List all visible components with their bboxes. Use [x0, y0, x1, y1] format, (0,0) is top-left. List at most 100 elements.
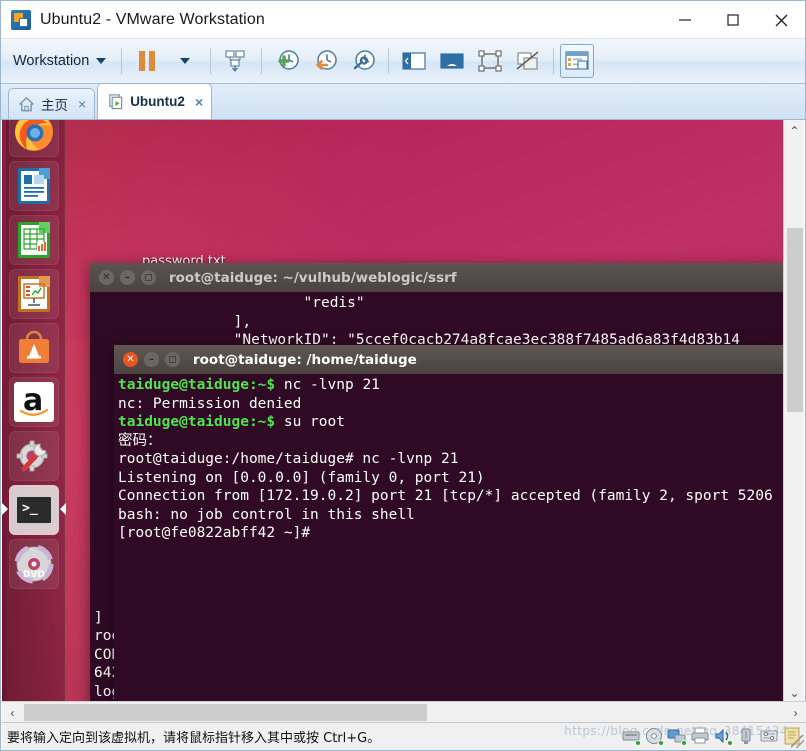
vertical-scrollbar[interactable]: ⌃ ⌄	[783, 120, 804, 703]
minimize-icon[interactable]: –	[144, 352, 159, 367]
sound-card-icon[interactable]	[713, 726, 733, 746]
close-icon[interactable]: ✕	[123, 352, 138, 367]
settings-gear-wrench-icon	[16, 440, 48, 472]
launcher-item-libreoffice-writer[interactable]	[9, 161, 59, 211]
launcher-item-libreoffice-calc[interactable]	[9, 215, 59, 265]
vertical-scroll-thumb[interactable]	[787, 228, 803, 412]
revert-snapshot-button[interactable]	[306, 42, 344, 80]
full-screen-button[interactable]	[471, 42, 509, 80]
terminal-line: Connection from [172.19.0.2] port 21 [tc…	[118, 488, 773, 504]
calc-icon	[18, 222, 50, 258]
pause-dropdown-button[interactable]	[166, 42, 204, 80]
maximize-button[interactable]	[709, 1, 757, 39]
resize-grip[interactable]	[791, 735, 804, 748]
vm-tab-strip: 主页 × Ubuntu2 ×	[1, 83, 805, 120]
toolbar-divider	[261, 48, 263, 74]
tab-home-close-icon[interactable]: ×	[78, 96, 86, 112]
scroll-up-icon[interactable]: ⌃	[784, 120, 805, 141]
manage-snapshots-icon	[354, 50, 376, 70]
terminal-line: Listening on [0.0.0.0] (family 0, port 2…	[118, 469, 485, 486]
snapshot-manager-icon	[225, 50, 245, 72]
printer-icon[interactable]	[690, 726, 710, 746]
scroll-left-icon[interactable]: ‹	[2, 702, 23, 723]
writer-icon	[18, 168, 50, 204]
terminal-line: [root@fe0822abff42 ~]#	[118, 525, 311, 541]
maximize-icon[interactable]: ◻	[141, 270, 156, 285]
tab-home-label: 主页	[41, 98, 68, 113]
cd-dvd-icon[interactable]	[644, 726, 664, 746]
hard-disk-icon[interactable]	[621, 726, 641, 746]
vm-console-viewport[interactable]: a >_ DVD password.txt ✕ – ◻ root@taiduge…	[2, 120, 784, 703]
status-bar: 要将输入定向到该虚拟机，请将鼠标指针移入其中或按 Ctrl+G。 https:/…	[2, 722, 806, 750]
horizontal-scrollbar[interactable]: ‹ ›	[2, 701, 806, 722]
show-thumbnail-bar-icon	[440, 53, 464, 69]
close-button[interactable]	[757, 1, 805, 39]
shell-command: nc -lvnp 21	[275, 377, 380, 393]
terminal-line: taiduge@taiduge:~$ nc -lvnp 21	[118, 376, 784, 395]
chevron-down-icon	[180, 58, 191, 64]
launcher-item-terminal[interactable]: >_	[2, 485, 66, 535]
tab-ubuntu2[interactable]: Ubuntu2 ×	[97, 83, 213, 119]
terminal-line: nc: Permission denied	[118, 395, 302, 412]
launcher-item-ubuntu-software[interactable]	[9, 323, 59, 373]
close-icon[interactable]: ✕	[99, 270, 114, 285]
main-toolbar: Workstation	[1, 39, 805, 84]
console-view-icon	[565, 51, 589, 70]
terminal-fg-output: taiduge@taiduge:~$ nc -lvnp 21 nc: Permis…	[114, 374, 784, 543]
shell-command: su root	[275, 414, 345, 430]
title-bar: Ubuntu2 - VMware Workstation	[1, 1, 805, 39]
show-thumbnail-bar-button[interactable]	[433, 42, 471, 80]
vm-icon	[109, 94, 123, 110]
terminal-line: bash: no job control in this shell	[118, 506, 415, 523]
launcher-item-firefox[interactable]	[9, 120, 59, 157]
unity-mode-icon	[516, 51, 539, 70]
tab-home[interactable]: 主页 ×	[8, 88, 96, 119]
show-library-icon	[402, 52, 426, 70]
snapshot-manager-button[interactable]	[217, 42, 255, 80]
workstation-menu-label: Workstation	[13, 53, 90, 69]
horizontal-scroll-thumb[interactable]	[24, 704, 427, 721]
launcher-item-libreoffice-impress[interactable]	[9, 269, 59, 319]
maximize-icon[interactable]: ◻	[165, 352, 180, 367]
minimize-icon[interactable]: –	[120, 270, 135, 285]
tab-ubuntu2-label: Ubuntu2	[130, 94, 185, 109]
take-snapshot-icon	[278, 50, 300, 70]
tab-ubuntu2-close-icon[interactable]: ×	[195, 94, 203, 110]
svg-text:DVD: DVD	[23, 570, 45, 580]
terminal-fg-titlebar: ✕ – ◻ root@taiduge: /home/taiduge	[114, 345, 784, 374]
dvd-disc-icon: DVD	[14, 544, 54, 584]
settings-icon[interactable]	[759, 726, 779, 746]
pause-button[interactable]	[128, 42, 166, 80]
launcher-item-system-settings[interactable]	[9, 431, 59, 481]
shell-prompt: taiduge@taiduge:~$	[118, 414, 276, 430]
take-snapshot-button[interactable]	[268, 42, 306, 80]
full-screen-icon	[478, 50, 502, 72]
vmware-workstation-window: Ubuntu2 - VMware Workstation Workstation	[0, 0, 806, 751]
show-library-button[interactable]	[395, 42, 433, 80]
launcher-edge-bar	[2, 120, 6, 703]
window-controls	[661, 1, 805, 39]
toolbar-divider	[121, 48, 123, 74]
toolbar-divider	[388, 48, 390, 74]
amazon-smile-icon	[20, 408, 48, 416]
home-icon	[19, 96, 34, 111]
scroll-right-icon[interactable]: ›	[785, 702, 806, 723]
manage-snapshots-button[interactable]	[344, 42, 382, 80]
terminal-bg-title: root@taiduge: ~/vulhub/weblogic/ssrf	[169, 269, 457, 286]
console-view-button[interactable]	[560, 44, 595, 78]
minimize-button[interactable]	[661, 1, 709, 39]
scroll-down-icon[interactable]: ⌄	[784, 682, 805, 703]
network-adapter-icon[interactable]	[667, 726, 687, 746]
terminal-line: root@taiduge:/home/taiduge# nc -lvnp 21	[118, 451, 459, 467]
ubuntu-software-icon	[19, 330, 49, 363]
toolbar-divider	[553, 48, 555, 74]
unity-mode-button[interactable]	[509, 42, 547, 80]
launcher-item-dvd[interactable]: DVD	[9, 539, 59, 589]
workstation-menu-button[interactable]: Workstation	[1, 49, 115, 73]
terminal-fg-title: root@taiduge: /home/taiduge	[193, 351, 417, 368]
usb-icon[interactable]	[736, 726, 756, 746]
terminal-window-active[interactable]: ✕ – ◻ root@taiduge: /home/taiduge taidug…	[114, 345, 784, 703]
status-device-icons	[621, 726, 802, 746]
launcher-item-amazon[interactable]: a	[9, 377, 59, 427]
unity-launcher: a >_ DVD	[2, 120, 66, 703]
